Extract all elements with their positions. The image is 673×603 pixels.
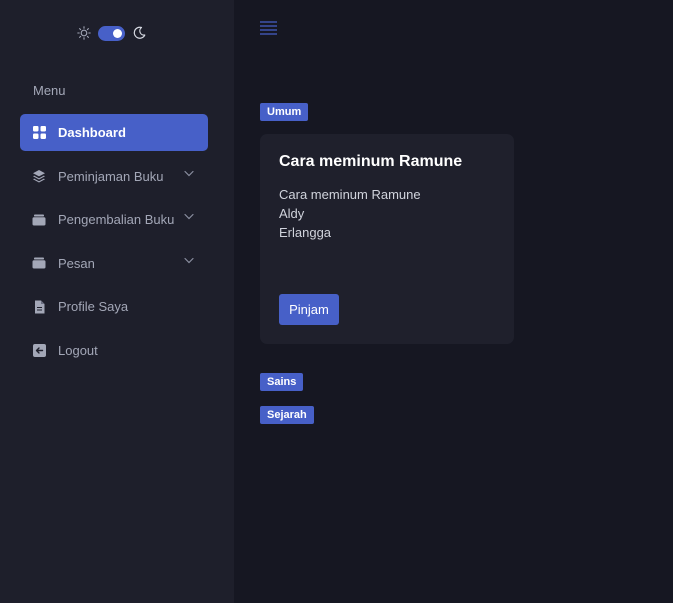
logout-icon [32, 343, 46, 357]
book-card: Cara meminum Ramune Cara meminum Ramune … [260, 134, 514, 344]
switch-knob [113, 28, 122, 38]
sidebar-item-pengembalian-buku[interactable]: Pengembalian Buku [20, 201, 208, 238]
sidebar-item-pesan[interactable]: Pesan [20, 245, 208, 282]
category-badge-sejarah: Sejarah [260, 406, 314, 424]
sidebar-item-label: Profile Saya [58, 299, 129, 315]
category-badge-umum: Umum [260, 103, 309, 121]
sidebar-item-profile-saya[interactable]: Profile Saya [20, 288, 208, 325]
pinjam-button[interactable]: Pinjam [279, 294, 339, 325]
book-description: Cara meminum Ramune [279, 187, 421, 202]
sidebar-item-label: Pesan [58, 255, 95, 271]
folder-icon [32, 213, 46, 227]
folder-icon [32, 256, 46, 270]
sidebar-nav: Dashboard Peminjaman Buku Pengembalian B… [20, 114, 208, 376]
chevron-down-icon[interactable] [184, 213, 194, 220]
sidebar-item-label: Logout [58, 342, 98, 358]
chevron-down-icon[interactable] [184, 170, 194, 177]
sidebar-item-label: Peminjaman Buku [58, 168, 164, 184]
theme-switch[interactable] [98, 25, 125, 41]
sidebar-item-logout[interactable]: Logout [20, 332, 208, 369]
moon-icon [133, 26, 146, 39]
sidebar-item-peminjaman-buku[interactable]: Peminjaman Buku [20, 158, 208, 195]
chevron-down-icon[interactable] [184, 257, 194, 264]
sidebar: Menu Dashboard Peminjaman Buku Pengembal… [0, 0, 234, 603]
book-title: Cara meminum Ramune [279, 153, 463, 170]
layers-icon [32, 169, 46, 183]
theme-toggle[interactable] [77, 24, 146, 42]
category-badge-sains: Sains [260, 373, 304, 391]
document-icon [32, 300, 46, 314]
grid-icon [32, 126, 46, 140]
main-content: Umum Cara meminum Ramune Cara meminum Ra… [234, 0, 673, 603]
sun-icon [77, 26, 91, 40]
book-author: Aldy [279, 206, 305, 221]
sidebar-item-label: Pengembalian Buku [58, 212, 175, 228]
book-publisher: Erlangga [279, 225, 332, 240]
menu-heading: Menu [33, 83, 66, 98]
sidebar-item-dashboard[interactable]: Dashboard [20, 114, 208, 151]
hamburger-menu-icon[interactable] [260, 21, 277, 36]
sidebar-item-label: Dashboard [58, 125, 126, 140]
